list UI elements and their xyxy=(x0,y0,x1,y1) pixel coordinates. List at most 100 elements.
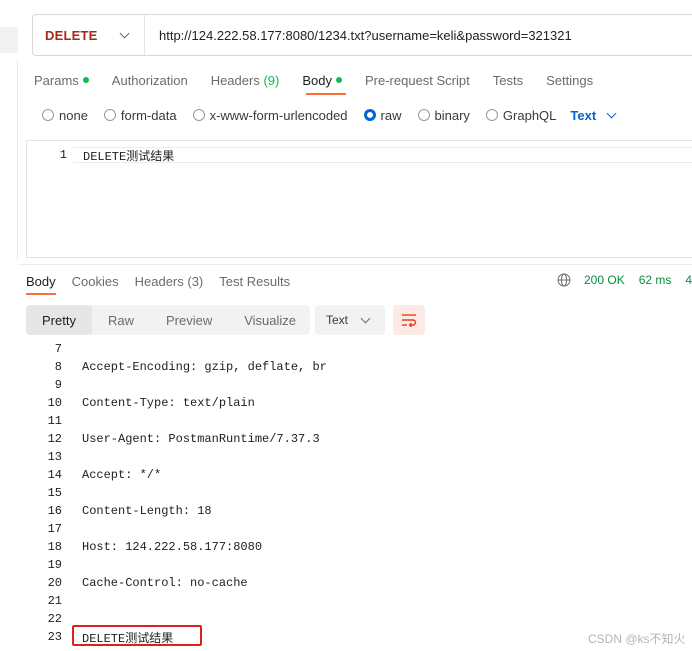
tab-count: (3) xyxy=(187,273,204,289)
tab-label: Settings xyxy=(546,72,594,88)
request-tabs: Params Authorization Headers (9) Body Pr… xyxy=(34,70,616,94)
response-line: 7 xyxy=(26,340,692,358)
line-number: 20 xyxy=(47,576,62,590)
radio-graphql[interactable]: GraphQL xyxy=(485,107,557,123)
line-number: 1 xyxy=(59,148,67,162)
response-body[interactable]: 7 8 Accept-Encoding: gzip, deflate, br 9 10 C… xyxy=(26,340,692,646)
response-line-text: Cache-Control: no-cache xyxy=(82,576,248,590)
tab-response-body[interactable]: Body xyxy=(26,271,56,291)
sidebar-panel xyxy=(0,60,18,260)
wrap-lines-icon xyxy=(402,314,417,327)
tab-pre-request-script[interactable]: Pre-request Script xyxy=(365,70,470,90)
body-format-select[interactable]: Text xyxy=(570,107,617,123)
line-number: 12 xyxy=(47,432,62,446)
response-line: 13 xyxy=(26,448,692,466)
response-format-select[interactable]: Text xyxy=(315,305,385,335)
response-line: 11 xyxy=(26,412,692,430)
tab-label: Test Results xyxy=(219,273,291,289)
response-line: 12 User-Agent: PostmanRuntime/7.37.3 xyxy=(26,430,692,448)
response-line: 19 xyxy=(26,556,692,574)
line-number: 22 xyxy=(47,612,62,626)
view-visualize-button[interactable]: Visualize xyxy=(228,305,312,335)
response-line: 14 Accept: */* xyxy=(26,466,692,484)
editor-line: 1 DELETE测试结果 xyxy=(27,147,692,164)
wrap-lines-button[interactable] xyxy=(393,305,425,335)
tab-label: Body xyxy=(26,273,56,289)
response-line-text: Accept: */* xyxy=(82,468,162,482)
active-tab-indicator xyxy=(26,293,56,295)
radio-raw[interactable]: raw xyxy=(363,108,402,123)
radio-none[interactable]: none xyxy=(42,108,88,123)
view-raw-button[interactable]: Raw xyxy=(92,305,150,335)
tab-label: Headers xyxy=(210,72,260,88)
radio-button[interactable] xyxy=(192,109,205,121)
radio-button-selected[interactable] xyxy=(363,109,376,121)
status-dot-icon xyxy=(335,77,342,83)
watermark: CSDN @ks不知火 xyxy=(588,632,686,646)
method-select[interactable]: DELETE xyxy=(33,15,145,55)
view-preview-button[interactable]: Preview xyxy=(150,305,228,335)
tab-label: Headers xyxy=(134,273,184,289)
radio-form-data[interactable]: form-data xyxy=(103,107,177,123)
radio-button[interactable] xyxy=(417,109,430,121)
response-line: 8 Accept-Encoding: gzip, deflate, br xyxy=(26,358,692,376)
tab-label: Params xyxy=(34,72,79,88)
tab-settings[interactable]: Settings xyxy=(546,70,593,90)
line-number: 15 xyxy=(47,486,62,500)
line-number: 16 xyxy=(47,504,62,518)
line-number: 9 xyxy=(54,378,62,392)
response-format-label: Text xyxy=(326,313,349,327)
body-format-label: Text xyxy=(570,107,597,123)
line-number: 10 xyxy=(47,396,62,410)
response-line-text: Accept-Encoding: gzip, deflate, br xyxy=(82,360,327,374)
radio-button[interactable] xyxy=(485,109,498,121)
globe-icon[interactable] xyxy=(557,273,571,287)
response-line: 10 Content-Type: text/plain xyxy=(26,394,692,412)
editor-text[interactable]: DELETE测试结果 xyxy=(83,147,174,164)
view-mode-bar: Pretty Raw Preview Visualize xyxy=(26,305,310,335)
line-number: 14 xyxy=(47,468,62,482)
response-line: 17 xyxy=(26,520,692,538)
response-time[interactable]: 62 ms xyxy=(639,273,672,287)
tab-label: Pre-request Script xyxy=(364,72,470,88)
view-pretty-button[interactable]: Pretty xyxy=(26,305,92,335)
response-line: 16 Content-Length: 18 xyxy=(26,502,692,520)
tab-label: Authorization xyxy=(111,72,188,88)
tab-response-headers[interactable]: Headers (3) xyxy=(135,271,204,291)
radio-label: GraphQL xyxy=(502,107,557,123)
radio-button[interactable] xyxy=(42,109,54,121)
tab-authorization[interactable]: Authorization xyxy=(112,70,188,90)
response-size[interactable]: 44 xyxy=(685,273,692,287)
tab-count: (9) xyxy=(263,72,280,88)
pane-divider[interactable] xyxy=(18,264,692,265)
response-line: 9 xyxy=(26,376,692,394)
tab-body[interactable]: Body xyxy=(302,70,342,90)
response-line: 18 Host: 124.222.58.177:8080 xyxy=(26,538,692,556)
request-url-bar: DELETE http://124.222.58.177:8080/1234.t… xyxy=(32,14,692,56)
active-tab-indicator xyxy=(306,93,346,95)
method-label: DELETE xyxy=(45,27,98,43)
line-number: 13 xyxy=(47,450,62,464)
left-sidebar-edge xyxy=(0,0,18,651)
radio-x-www-form-urlencoded[interactable]: x-www-form-urlencoded xyxy=(192,108,348,123)
line-number: 18 xyxy=(47,540,62,554)
tab-headers[interactable]: Headers (9) xyxy=(211,70,280,90)
response-line-text: Content-Type: text/plain xyxy=(82,396,255,410)
response-tabs: Body Cookies Headers (3) Test Results xyxy=(26,272,306,290)
tab-test-results[interactable]: Test Results xyxy=(219,271,290,291)
tab-params[interactable]: Params xyxy=(34,70,89,90)
line-number: 21 xyxy=(47,594,62,608)
radio-binary[interactable]: binary xyxy=(417,108,470,123)
chevron-down-icon xyxy=(606,108,617,118)
url-input[interactable]: http://124.222.58.177:8080/1234.txt?user… xyxy=(145,28,572,43)
chevron-down-icon xyxy=(360,313,371,323)
tab-tests[interactable]: Tests xyxy=(493,70,523,90)
tab-cookies[interactable]: Cookies xyxy=(72,271,119,291)
radio-label: form-data xyxy=(120,107,177,123)
tab-label: Tests xyxy=(492,72,524,88)
radio-button[interactable] xyxy=(103,109,116,121)
tab-label: Body xyxy=(302,72,332,88)
line-number: 7 xyxy=(54,342,62,356)
status-code[interactable]: 200 OK xyxy=(584,273,625,287)
request-body-editor[interactable]: 1 DELETE测试结果 xyxy=(26,140,692,258)
